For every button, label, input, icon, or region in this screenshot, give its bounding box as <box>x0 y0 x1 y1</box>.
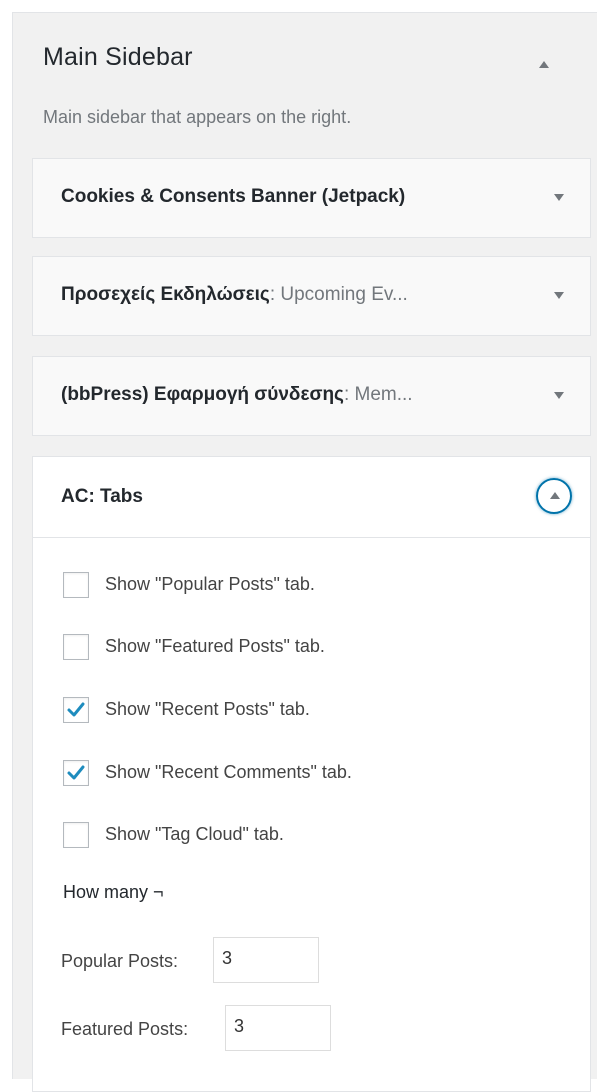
widget-title: AC: Tabs <box>61 486 143 507</box>
chevron-down-icon[interactable] <box>554 392 564 399</box>
chevron-up-icon[interactable] <box>539 61 549 68</box>
chevron-up-icon[interactable] <box>536 478 572 514</box>
chevron-down-icon[interactable] <box>554 194 564 201</box>
recent-comments-checkbox[interactable] <box>63 760 89 786</box>
tag-cloud-checkbox[interactable] <box>63 822 89 848</box>
widget-cookies-consents[interactable]: Cookies & Consents Banner (Jetpack) <box>32 158 591 238</box>
main-sidebar-panel: Main Sidebar Main sidebar that appears o… <box>12 12 597 1092</box>
checkmark-icon <box>67 765 85 780</box>
popular-posts-count-input[interactable]: 3 <box>213 937 319 983</box>
widget-title: Cookies & Consents Banner (Jetpack) <box>61 186 406 207</box>
option-label: Show "Tag Cloud" tab. <box>105 824 284 844</box>
option-label: Show "Recent Posts" tab. <box>105 699 310 719</box>
option-label: Show "Popular Posts" tab. <box>105 574 315 594</box>
option-label: Show "Recent Comments" tab. <box>105 762 352 782</box>
widget-title: Προσεχείς Εκδηλώσεις: Upcoming Ev... <box>61 284 408 305</box>
sidebar-title: Main Sidebar <box>43 43 193 71</box>
recent-posts-checkbox[interactable] <box>63 697 89 723</box>
checkmark-icon <box>67 702 85 717</box>
featured-posts-checkbox[interactable] <box>63 634 89 660</box>
widget-title: (bbPress) Εφαρμογή σύνδεσης: Mem... <box>61 384 413 405</box>
how-many-heading: How many ¬ <box>63 882 164 902</box>
sidebar-description: Main sidebar that appears on the right. <box>43 107 352 127</box>
widget-upcoming-events[interactable]: Προσεχείς Εκδηλώσεις: Upcoming Ev... <box>32 256 591 336</box>
featured-posts-count-input[interactable]: 3 <box>225 1005 331 1051</box>
widget-bbpress-login[interactable]: (bbPress) Εφαρμογή σύνδεσης: Mem... <box>32 356 591 436</box>
option-label: Show "Featured Posts" tab. <box>105 636 325 656</box>
popular-posts-checkbox[interactable] <box>63 572 89 598</box>
chevron-down-icon[interactable] <box>554 292 564 299</box>
widget-ac-tabs-header[interactable]: AC: Tabs <box>33 457 590 538</box>
widget-ac-tabs: AC: Tabs Show "Popular Posts" tab. Show … <box>32 456 591 1092</box>
popular-posts-count-label: Popular Posts: <box>61 951 179 971</box>
sidebar-header[interactable]: Main Sidebar Main sidebar that appears o… <box>13 13 597 153</box>
featured-posts-count-label: Featured Posts: <box>61 1019 189 1039</box>
